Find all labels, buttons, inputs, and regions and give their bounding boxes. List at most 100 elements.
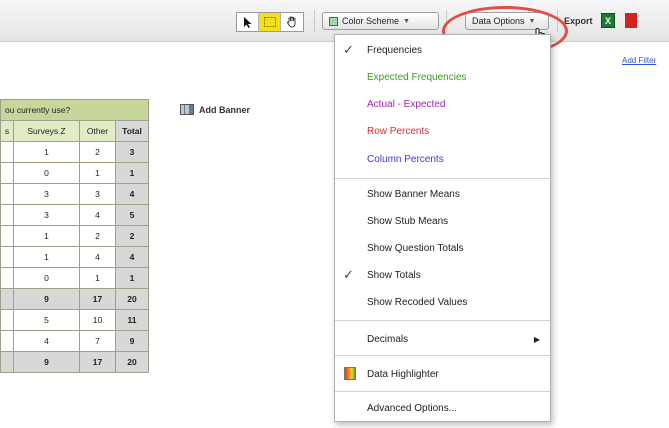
menu-separator (335, 320, 550, 321)
table-cell: 3 (13, 204, 80, 226)
table-cell: 17 (79, 288, 116, 310)
total-cell: 2 (115, 225, 149, 247)
table-cell: 4 (79, 246, 116, 268)
add-filter-link[interactable]: Add Filter (622, 56, 656, 65)
table-cell (0, 351, 14, 373)
table-cell: 1 (13, 246, 80, 268)
table-cell: 17 (79, 351, 116, 373)
menu-item-label: Frequencies (367, 44, 423, 56)
menu-item-expected-frequencies[interactable]: Expected Frequencies (335, 67, 550, 87)
total-cell: 20 (115, 351, 149, 373)
checkmark-icon: ✓ (343, 267, 354, 282)
table-cell: 1 (13, 225, 80, 247)
table-row: 011 (0, 267, 149, 289)
menu-item-decimals[interactable]: Decimals ▶ (335, 329, 550, 349)
total-cell: 20 (115, 288, 149, 310)
submenu-arrow-icon: ▶ (533, 334, 540, 344)
toolbar-separator (314, 10, 315, 32)
menu-item-label: Expected Frequencies (367, 71, 467, 83)
table-row: 334 (0, 183, 149, 205)
table-cell: 9 (13, 288, 80, 310)
menu-item-show-totals[interactable]: ✓ Show Totals (335, 265, 550, 285)
checkmark-icon: ✓ (343, 42, 354, 57)
column-header[interactable]: Other (79, 120, 116, 142)
table-total-row: 9 17 20 (0, 288, 149, 310)
table-row: 479 (0, 330, 149, 352)
column-header-total[interactable]: Total (115, 120, 149, 142)
menu-item-show-banner-means[interactable]: Show Banner Means (335, 184, 550, 204)
data-options-label: Data Options (472, 16, 525, 26)
menu-item-label: Show Question Totals (367, 242, 464, 254)
toolbar-separator (446, 10, 447, 32)
total-cell: 1 (115, 267, 149, 289)
table-cell (0, 288, 14, 310)
table-cell (0, 267, 14, 289)
tool-group (236, 12, 304, 32)
table-cell (0, 309, 14, 331)
excel-export-icon[interactable]: X (601, 13, 615, 28)
color-scheme-label: Color Scheme (342, 16, 400, 26)
menu-item-label: Row Percents (367, 125, 430, 137)
column-header[interactable]: s (0, 120, 14, 142)
data-highlighter-icon (344, 367, 356, 380)
table-cell: 0 (13, 267, 80, 289)
table-row: 144 (0, 246, 149, 268)
select-box-icon[interactable] (259, 13, 281, 31)
menu-item-column-percents[interactable]: Column Percents (335, 149, 550, 169)
table-row: 123 (0, 141, 149, 163)
total-cell: 3 (115, 141, 149, 163)
table-row: 122 (0, 225, 149, 247)
pdf-export-icon[interactable] (625, 13, 637, 28)
table-cell (0, 162, 14, 184)
menu-item-label: Data Highlighter (367, 368, 439, 380)
menu-item-show-recoded-values[interactable]: Show Recoded Values (335, 292, 550, 312)
table-cell: 10 (79, 309, 116, 331)
total-cell: 9 (115, 330, 149, 352)
crosstab-table: ou currently use? s Surveys Z Other Tota… (0, 99, 149, 373)
table-cell (0, 141, 14, 163)
table-cell: 1 (79, 162, 116, 184)
table-cell (0, 225, 14, 247)
table-row: 5 10 11 (0, 309, 149, 331)
menu-separator (335, 355, 550, 356)
menu-item-label: Decimals (367, 333, 409, 345)
table-cell: 7 (79, 330, 116, 352)
menu-item-show-question-totals[interactable]: Show Question Totals (335, 238, 550, 258)
total-cell: 11 (115, 309, 149, 331)
menu-item-frequencies[interactable]: ✓ Frequencies (335, 40, 550, 60)
menu-item-data-highlighter[interactable]: Data Highlighter (335, 364, 550, 384)
arrow-cursor-icon[interactable] (237, 13, 259, 31)
export-label: Export (564, 16, 593, 26)
table-cell: 3 (79, 183, 116, 205)
menu-item-label: Advanced Options... (367, 402, 458, 414)
menu-item-label: Actual - Expected (367, 98, 446, 110)
menu-separator (335, 391, 550, 392)
table-row: 011 (0, 162, 149, 184)
table-cell (0, 246, 14, 268)
color-scheme-button[interactable]: Color Scheme ▼ (322, 12, 439, 30)
menu-item-actual-expected[interactable]: Actual - Expected (335, 94, 550, 114)
question-header: ou currently use? (0, 99, 149, 121)
chevron-down-icon: ▼ (403, 17, 410, 25)
menu-item-label: Show Recoded Values (367, 296, 468, 308)
menu-item-row-percents[interactable]: Row Percents (335, 121, 550, 141)
menu-item-advanced-options[interactable]: Advanced Options... (335, 398, 550, 418)
total-cell: 4 (115, 246, 149, 268)
table-cell: 2 (79, 141, 116, 163)
hand-icon[interactable] (281, 13, 303, 31)
add-banner-button[interactable]: Add Banner (180, 104, 250, 115)
total-cell: 5 (115, 204, 149, 226)
table-cell (0, 183, 14, 205)
banner-icon (180, 104, 194, 115)
column-header[interactable]: Surveys Z (13, 120, 80, 142)
toolbar-separator (557, 10, 558, 32)
table-row: 345 (0, 204, 149, 226)
table-total-row: 9 17 20 (0, 351, 149, 373)
table-cell: 1 (79, 267, 116, 289)
table-cell: 0 (13, 162, 80, 184)
data-options-menu: ✓ Frequencies Expected Frequencies Actua… (334, 34, 551, 422)
chevron-down-icon: ▼ (528, 17, 536, 25)
table-cell: 4 (13, 330, 80, 352)
menu-item-show-stub-means[interactable]: Show Stub Means (335, 211, 550, 231)
table-cell: 9 (13, 351, 80, 373)
